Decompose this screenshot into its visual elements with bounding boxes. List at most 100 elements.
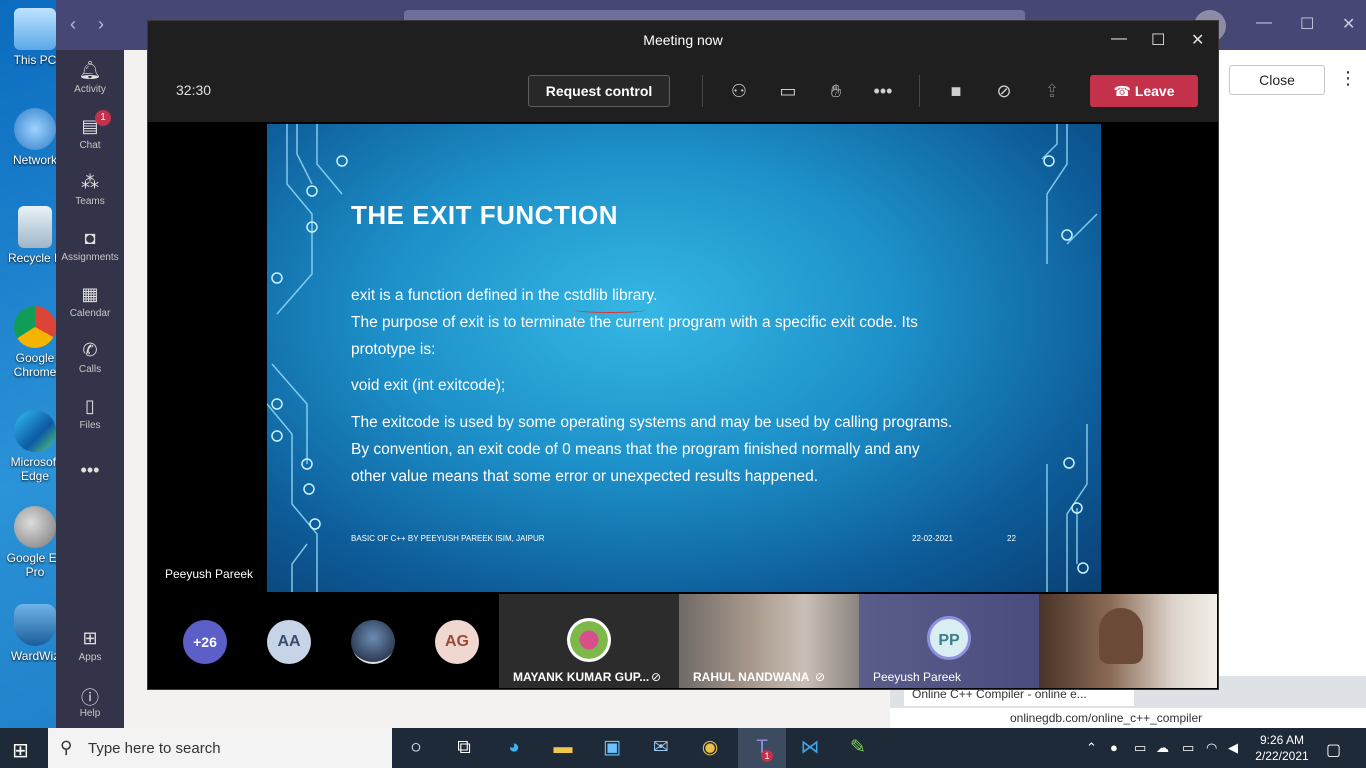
participant-video-person <box>1099 608 1143 664</box>
rail-item-files[interactable]: ▯ Files <box>56 396 124 431</box>
participant-avatar[interactable]: AA <box>267 620 311 664</box>
rail-label: Assignments <box>61 252 119 263</box>
more-participants-button[interactable]: +26 <box>183 620 227 664</box>
forward-icon[interactable]: › <box>98 14 104 35</box>
slide-footer-date: 22-02-2021 <box>912 534 953 543</box>
more-options-icon[interactable]: ⋮ <box>1339 68 1357 89</box>
taskbar-clock[interactable]: 9:26 AM 2/22/2021 <box>1252 732 1312 764</box>
chat-icon: ▤ <box>81 116 99 136</box>
file-explorer-icon[interactable]: ▬ <box>549 734 577 762</box>
slide-text-line: The exitcode is used by some operating s… <box>351 414 953 431</box>
recycle-bin-icon <box>18 206 52 248</box>
apps-icon: ⊞ <box>82 628 98 648</box>
rail-item-help[interactable]: ⓘ Help <box>56 684 124 719</box>
participants-icon[interactable]: ⚇ <box>727 80 751 104</box>
participant-name: RAHUL NANDWANA <box>693 670 810 684</box>
slide-text-line: By convention, an exit code of 0 means t… <box>351 441 920 458</box>
rail-more-button[interactable]: ••• <box>56 460 124 484</box>
participant-tile[interactable]: MAYANK KUMAR GUP... ⊘ <box>499 594 679 688</box>
participant-video-tile[interactable]: RAHUL NANDWANA ⊘ <box>679 594 859 688</box>
task-view-icon[interactable]: ⧉ <box>450 734 478 762</box>
rail-label: Help <box>79 708 101 719</box>
participant-strip: +26 AA AG MAYANK KUMAR GUP... ⊘ RAHUL NA… <box>151 594 1217 688</box>
leave-button[interactable]: ☎︎ Leave <box>1090 75 1198 107</box>
participant-video-tile[interactable] <box>1039 594 1217 688</box>
edge-icon[interactable]: ◕ <box>500 734 528 762</box>
shield-icon <box>14 604 56 646</box>
mic-muted-icon[interactable]: ⊘ <box>992 80 1016 104</box>
meeting-timer: 32:30 <box>176 82 212 98</box>
url-text: onlinegdb.com/online_c++_compiler <box>1010 711 1203 725</box>
rail-item-teams[interactable]: ⁂ Teams <box>56 172 124 207</box>
minimize-icon[interactable]: — <box>1256 14 1272 32</box>
rail-item-calendar[interactable]: ▦ Calendar <box>56 284 124 319</box>
meet-now-icon[interactable]: ▭ <box>1134 740 1146 756</box>
rail-item-activity[interactable]: 🔔︎ Activity <box>56 60 124 95</box>
rail-item-assignments[interactable]: ◘ Assignments <box>56 228 124 263</box>
help-icon: ⓘ <box>81 688 99 708</box>
participant-tile[interactable]: PP Peeyush Pareek <box>859 594 1039 688</box>
chat-icon[interactable]: ▭ <box>776 80 800 104</box>
computer-icon <box>14 8 56 50</box>
participant-avatar[interactable] <box>351 620 395 664</box>
bell-icon: 🔔︎ <box>78 60 102 80</box>
request-control-button[interactable]: Request control <box>528 75 670 107</box>
slide-footer-text: BASIC OF C++ BY PEEYUSH PAREEK ISIM, JAI… <box>351 534 545 543</box>
chrome-icon[interactable]: ◉ <box>696 734 724 762</box>
close-button[interactable]: Close <box>1229 65 1325 95</box>
chrome-icon <box>14 306 56 348</box>
presentation-slide: THE EXIT FUNCTION exit is a function def… <box>267 124 1101 592</box>
toolbar-divider <box>702 75 703 107</box>
slide-text-line: exit is a function defined in the cstdli… <box>351 287 658 304</box>
store-icon[interactable]: ▣ <box>598 734 626 762</box>
slide-text-line: The purpose of exit is to terminate the … <box>351 314 918 331</box>
slide-text-line: prototype is: <box>351 341 436 358</box>
raise-hand-icon[interactable]: ✋︎ <box>824 80 848 104</box>
share-screen-icon[interactable]: ⇪ <box>1040 80 1064 104</box>
more-icon: ••• <box>80 460 100 480</box>
close-icon[interactable]: ✕ <box>1342 14 1355 34</box>
windows-start-icon[interactable]: ⊞ <box>12 738 29 763</box>
close-icon[interactable]: ✕ <box>1191 30 1204 50</box>
rail-item-calls[interactable]: ✆ Calls <box>56 340 124 375</box>
maximize-icon[interactable]: ☐ <box>1151 30 1165 50</box>
chevron-up-icon[interactable]: ⌃ <box>1086 740 1097 756</box>
presenter-name: Peeyush Pareek <box>165 567 254 581</box>
notifications-icon[interactable]: ▢ <box>1326 740 1341 760</box>
slide-text-line: void exit (int exitcode); <box>351 377 506 394</box>
microphone-icon[interactable]: ● <box>1110 740 1118 755</box>
google-earth-icon <box>14 506 56 548</box>
camera-icon[interactable]: ■ <box>944 80 968 104</box>
rail-item-apps[interactable]: ⊞ Apps <box>56 628 124 663</box>
more-actions-icon[interactable]: ••• <box>871 80 895 104</box>
onedrive-icon[interactable]: ☁ <box>1156 740 1169 756</box>
rail-label: Files <box>79 420 101 431</box>
maximize-icon[interactable]: ☐ <box>1300 14 1314 34</box>
phone-icon: ✆ <box>82 340 98 360</box>
mail-icon[interactable]: ✉ <box>647 734 675 762</box>
rail-item-chat[interactable]: ▤ 1 Chat <box>56 110 124 151</box>
participant-avatar: PP <box>927 616 971 660</box>
participant-avatar[interactable]: AG <box>435 620 479 664</box>
back-icon[interactable]: ‹ <box>70 14 76 35</box>
meeting-toolbar: 32:30 Request control ⚇ ▭ ✋︎ ••• ■ ⊘ ⇪ ☎… <box>148 60 1218 122</box>
taskbar-search-box[interactable]: ⚲ Type here to search <box>48 728 392 768</box>
leave-label: Leave <box>1134 83 1175 99</box>
teams-content-pane <box>1219 50 1366 728</box>
address-bar[interactable]: onlinegdb.com/online_c++_compiler <box>890 708 1366 728</box>
assignments-icon: ◘ <box>84 228 96 248</box>
vscode-icon[interactable]: ⋈ <box>796 734 824 762</box>
teams-icon: ⁂ <box>81 172 99 192</box>
files-icon: ▯ <box>85 396 95 416</box>
slide-text-line: other value means that some error or une… <box>351 468 818 485</box>
teams-badge: 1 <box>761 750 773 762</box>
notepad-plus-icon[interactable]: ✎ <box>844 734 872 762</box>
cortana-icon[interactable]: ○ <box>402 734 430 762</box>
volume-icon[interactable]: ◀︎ <box>1228 740 1238 756</box>
calendar-icon: ▦ <box>81 284 99 304</box>
participant-name: MAYANK KUMAR GUP... <box>513 670 650 684</box>
minimize-icon[interactable]: — <box>1111 30 1127 48</box>
wifi-icon[interactable]: ◠ <box>1206 740 1217 756</box>
battery-icon[interactable]: ▭ <box>1182 740 1194 756</box>
annotation-underline <box>574 307 646 313</box>
